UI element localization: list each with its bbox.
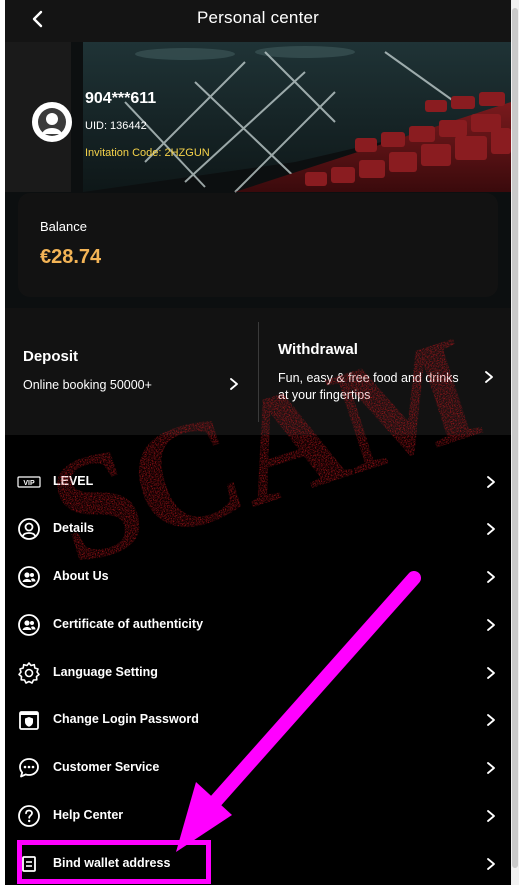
chevron-right-icon [487,476,495,488]
chevron-right-icon [487,714,495,726]
deposit-button[interactable]: Deposit Online booking 50000+ [5,308,258,435]
user-avatar-icon [34,104,70,140]
menu-item-details[interactable]: Details [5,505,511,553]
chevron-right-icon [230,378,238,390]
invitation-code[interactable]: Invitation Code: 2HZGUN [85,147,210,159]
chevron-right-icon [487,667,495,679]
chevron-left-icon [32,10,43,28]
withdrawal-description: Fun, easy & free food and drinks at your… [278,371,459,402]
menu-item-change-password[interactable]: Change Login Password [5,696,511,744]
menu-label: Language Setting [53,665,158,679]
users-icon [18,566,40,588]
chevron-right-icon [487,810,495,822]
withdrawal-button[interactable]: Withdrawal Fun, easy & free food and dri… [258,308,511,435]
chevron-right-icon [487,571,495,583]
vip-icon: VIP [17,476,41,488]
menu-label: Help Center [53,808,124,822]
balance-label: Balance [40,219,87,234]
top-bar: Personal center [5,0,511,42]
user-circle-icon [18,518,40,540]
chevron-right-icon [485,371,493,383]
chevron-right-icon [487,523,495,535]
avatar[interactable] [32,102,72,142]
menu-item-about-us[interactable]: About Us [5,553,511,601]
gear-icon [18,662,40,684]
menu-item-certificate[interactable]: Certificate of authenticity [5,601,511,649]
menu-label: Certificate of authenticity [53,617,204,631]
username: 904***611 [85,90,157,107]
wallet-actions: Deposit Online booking 50000+ Withdrawal… [5,308,511,435]
menu-label: Change Login Password [53,712,199,726]
chevron-right-icon [487,762,495,774]
chevron-right-icon [487,858,495,870]
menu-item-customer-service[interactable]: Customer Service [5,744,511,792]
shield-icon [19,711,39,730]
menu-label: LEVEL [53,474,94,488]
help-icon [18,805,40,827]
menu-label: About Us [53,569,109,583]
menu-item-language[interactable]: Language Setting [5,649,511,697]
deposit-description: Online booking 50000+ [23,378,152,392]
page-title: Personal center [196,8,320,27]
scrollbar[interactable] [511,0,519,885]
chevron-right-icon [487,619,495,631]
highlight-box [17,840,211,884]
menu-item-help-center[interactable]: Help Center [5,792,511,840]
withdrawal-title: Withdrawal [278,341,358,358]
user-id: UID: 136442 [85,120,147,132]
certificate-icon [18,614,40,636]
menu-item-level[interactable]: VIP LEVEL [5,458,511,506]
back-button[interactable] [23,4,53,34]
scrollbar-thumb[interactable] [512,8,518,868]
deposit-title: Deposit [23,348,79,365]
balance-card: Balance €28.74 [18,193,498,297]
app-screen: Personal center 904***611 UID: 136442 In… [5,0,511,885]
menu-label: Customer Service [53,760,160,774]
chat-icon [19,758,39,778]
svg-text:VIP: VIP [23,480,35,487]
profile-banner: 904***611 UID: 136442 Invitation Code: 2… [5,42,511,308]
menu-label: Details [53,521,94,535]
balance-amount: €28.74 [40,246,102,268]
